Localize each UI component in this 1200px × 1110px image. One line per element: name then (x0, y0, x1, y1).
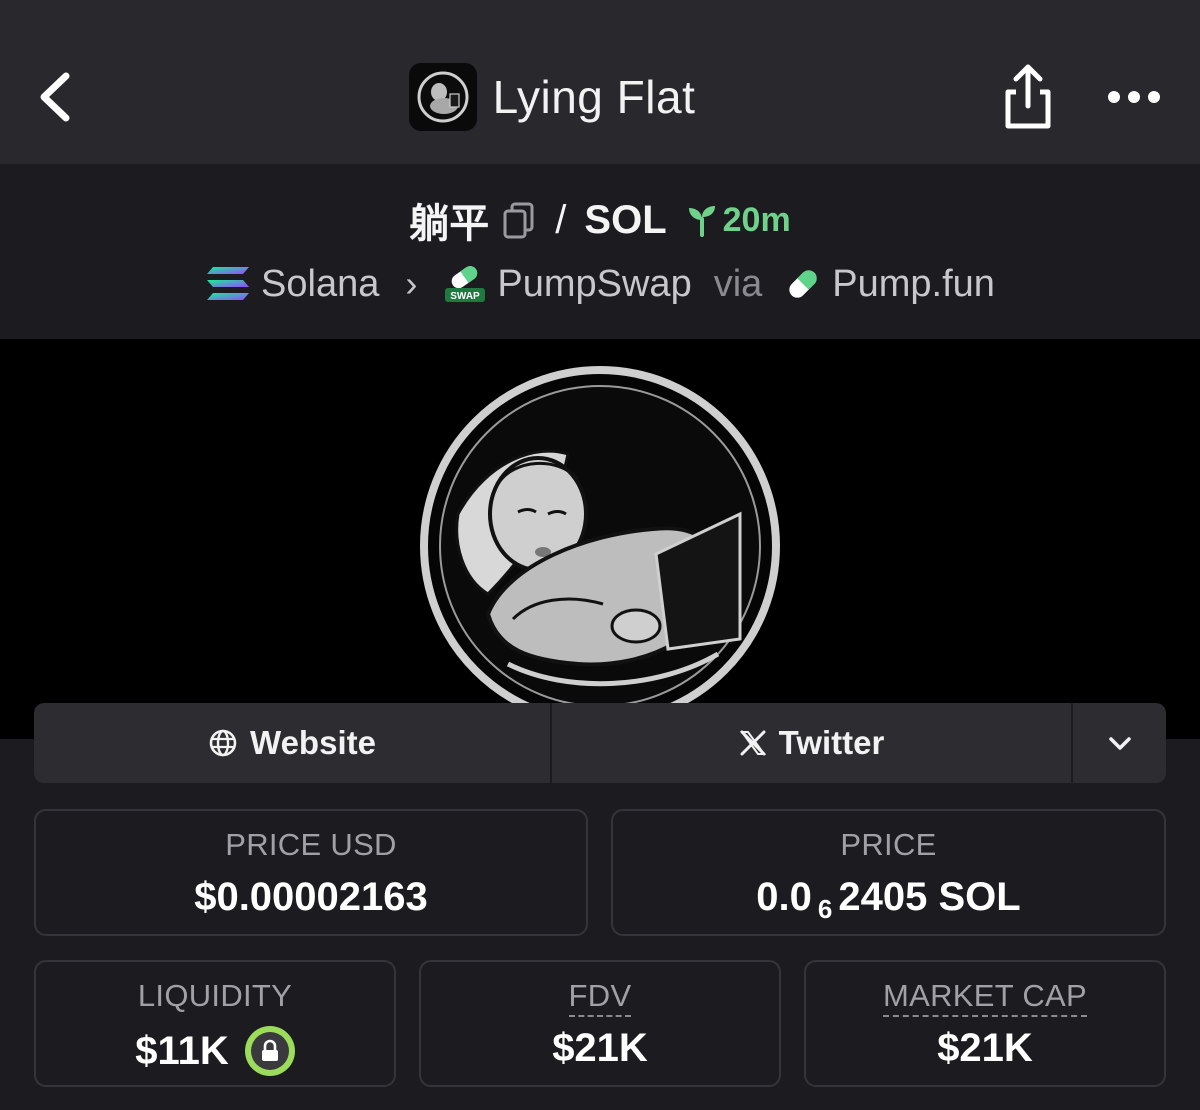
share-button[interactable] (996, 62, 1060, 132)
fdv-label[interactable]: FDV (568, 978, 632, 1017)
pair-separator: / (555, 197, 567, 242)
pumpswap-icon: SWAP (445, 266, 486, 302)
fdv-value: $21K (421, 1026, 779, 1071)
token-banner-image (420, 366, 780, 726)
social-links-bar: Website Twitter (34, 703, 1166, 783)
liquidity-amount: $11K (135, 1028, 229, 1073)
liquidity-label: LIQUIDITY (137, 978, 293, 1013)
chevron-down-icon (1108, 737, 1131, 750)
market-cap-amount: $21K (937, 1026, 1033, 1070)
dex-link[interactable]: SWAP PumpSwap (443, 262, 692, 306)
chevron-right-icon: › (405, 263, 418, 304)
price-sol-prefix: 0.0 (756, 875, 812, 919)
token-banner (0, 339, 1200, 739)
quote-token-symbol: SOL (584, 197, 667, 242)
market-cap-label-wrap: MARKET CAP (806, 978, 1164, 1017)
chain-name: Solana (261, 262, 380, 305)
price-usd-amount: $0.00002163 (194, 875, 428, 919)
globe-icon (209, 729, 237, 757)
twitter-label: Twitter (778, 724, 885, 761)
pill-icon (789, 270, 817, 298)
pair-age-badge: 20m (685, 201, 791, 240)
market-cap-card: MARKET CAP $21K (804, 960, 1166, 1087)
price-usd-card: PRICE USD $0.00002163 (34, 809, 588, 936)
launchpad-name: Pump.fun (832, 262, 995, 305)
swap-badge-text: SWAP (451, 291, 481, 302)
liquidity-lock-badge[interactable] (244, 1026, 295, 1076)
price-sol-label: PRICE (840, 827, 937, 862)
pair-age: 20m (722, 200, 791, 239)
price-usd-label: PRICE USD (225, 827, 397, 862)
more-icon (1108, 91, 1160, 103)
token-logo-small (408, 63, 477, 131)
sprout-icon (688, 206, 715, 237)
price-sol-card: PRICE 0.0 6 2405 SOL (611, 809, 1166, 936)
token-page: Lying Flat 躺平 / SOL 20m Solana › SWAP Pu… (0, 0, 1200, 1110)
fdv-amount: $21K (552, 1026, 648, 1070)
price-sol-value: 0.0 6 2405 SOL (613, 875, 1164, 924)
twitter-button[interactable]: Twitter (552, 703, 1073, 783)
pair-route-row: Solana › SWAP PumpSwap via Pump.fun (0, 256, 1200, 312)
more-options-button[interactable] (1106, 80, 1162, 114)
price-sol-zero-count: 6 (817, 894, 833, 924)
pair-name-row: 躺平 / SOL 20m (0, 190, 1200, 250)
base-token-symbol: 躺平 (409, 201, 490, 247)
chain-link[interactable]: Solana (205, 263, 379, 306)
liquidity-value: $11K (36, 1026, 394, 1076)
liquidity-card: LIQUIDITY $11K (34, 960, 396, 1087)
copy-icon[interactable] (501, 200, 537, 240)
x-icon (739, 730, 766, 756)
lock-icon (261, 1039, 278, 1061)
website-label: Website (250, 724, 376, 761)
market-cap-value: $21K (806, 1026, 1164, 1071)
price-usd-value: $0.00002163 (36, 875, 586, 920)
website-button[interactable]: Website (34, 703, 552, 783)
fdv-card: FDV $21K (419, 960, 781, 1087)
pair-header: 躺平 / SOL 20m Solana › SWAP PumpSwap via … (0, 164, 1200, 339)
share-icon (1005, 64, 1051, 129)
solana-icon (207, 267, 250, 300)
dex-name: PumpSwap (497, 262, 692, 305)
market-cap-label[interactable]: MARKET CAP (883, 978, 1087, 1017)
fdv-label-wrap: FDV (421, 978, 779, 1017)
via-label: via (713, 262, 763, 305)
token-avatar-icon (417, 71, 469, 123)
more-links-button[interactable] (1073, 703, 1166, 783)
price-sol-suffix: 2405 SOL (838, 875, 1021, 919)
launchpad-link[interactable]: Pump.fun (784, 263, 995, 306)
page-title: Lying Flat (492, 71, 696, 123)
top-nav-bar: Lying Flat (0, 0, 1200, 164)
